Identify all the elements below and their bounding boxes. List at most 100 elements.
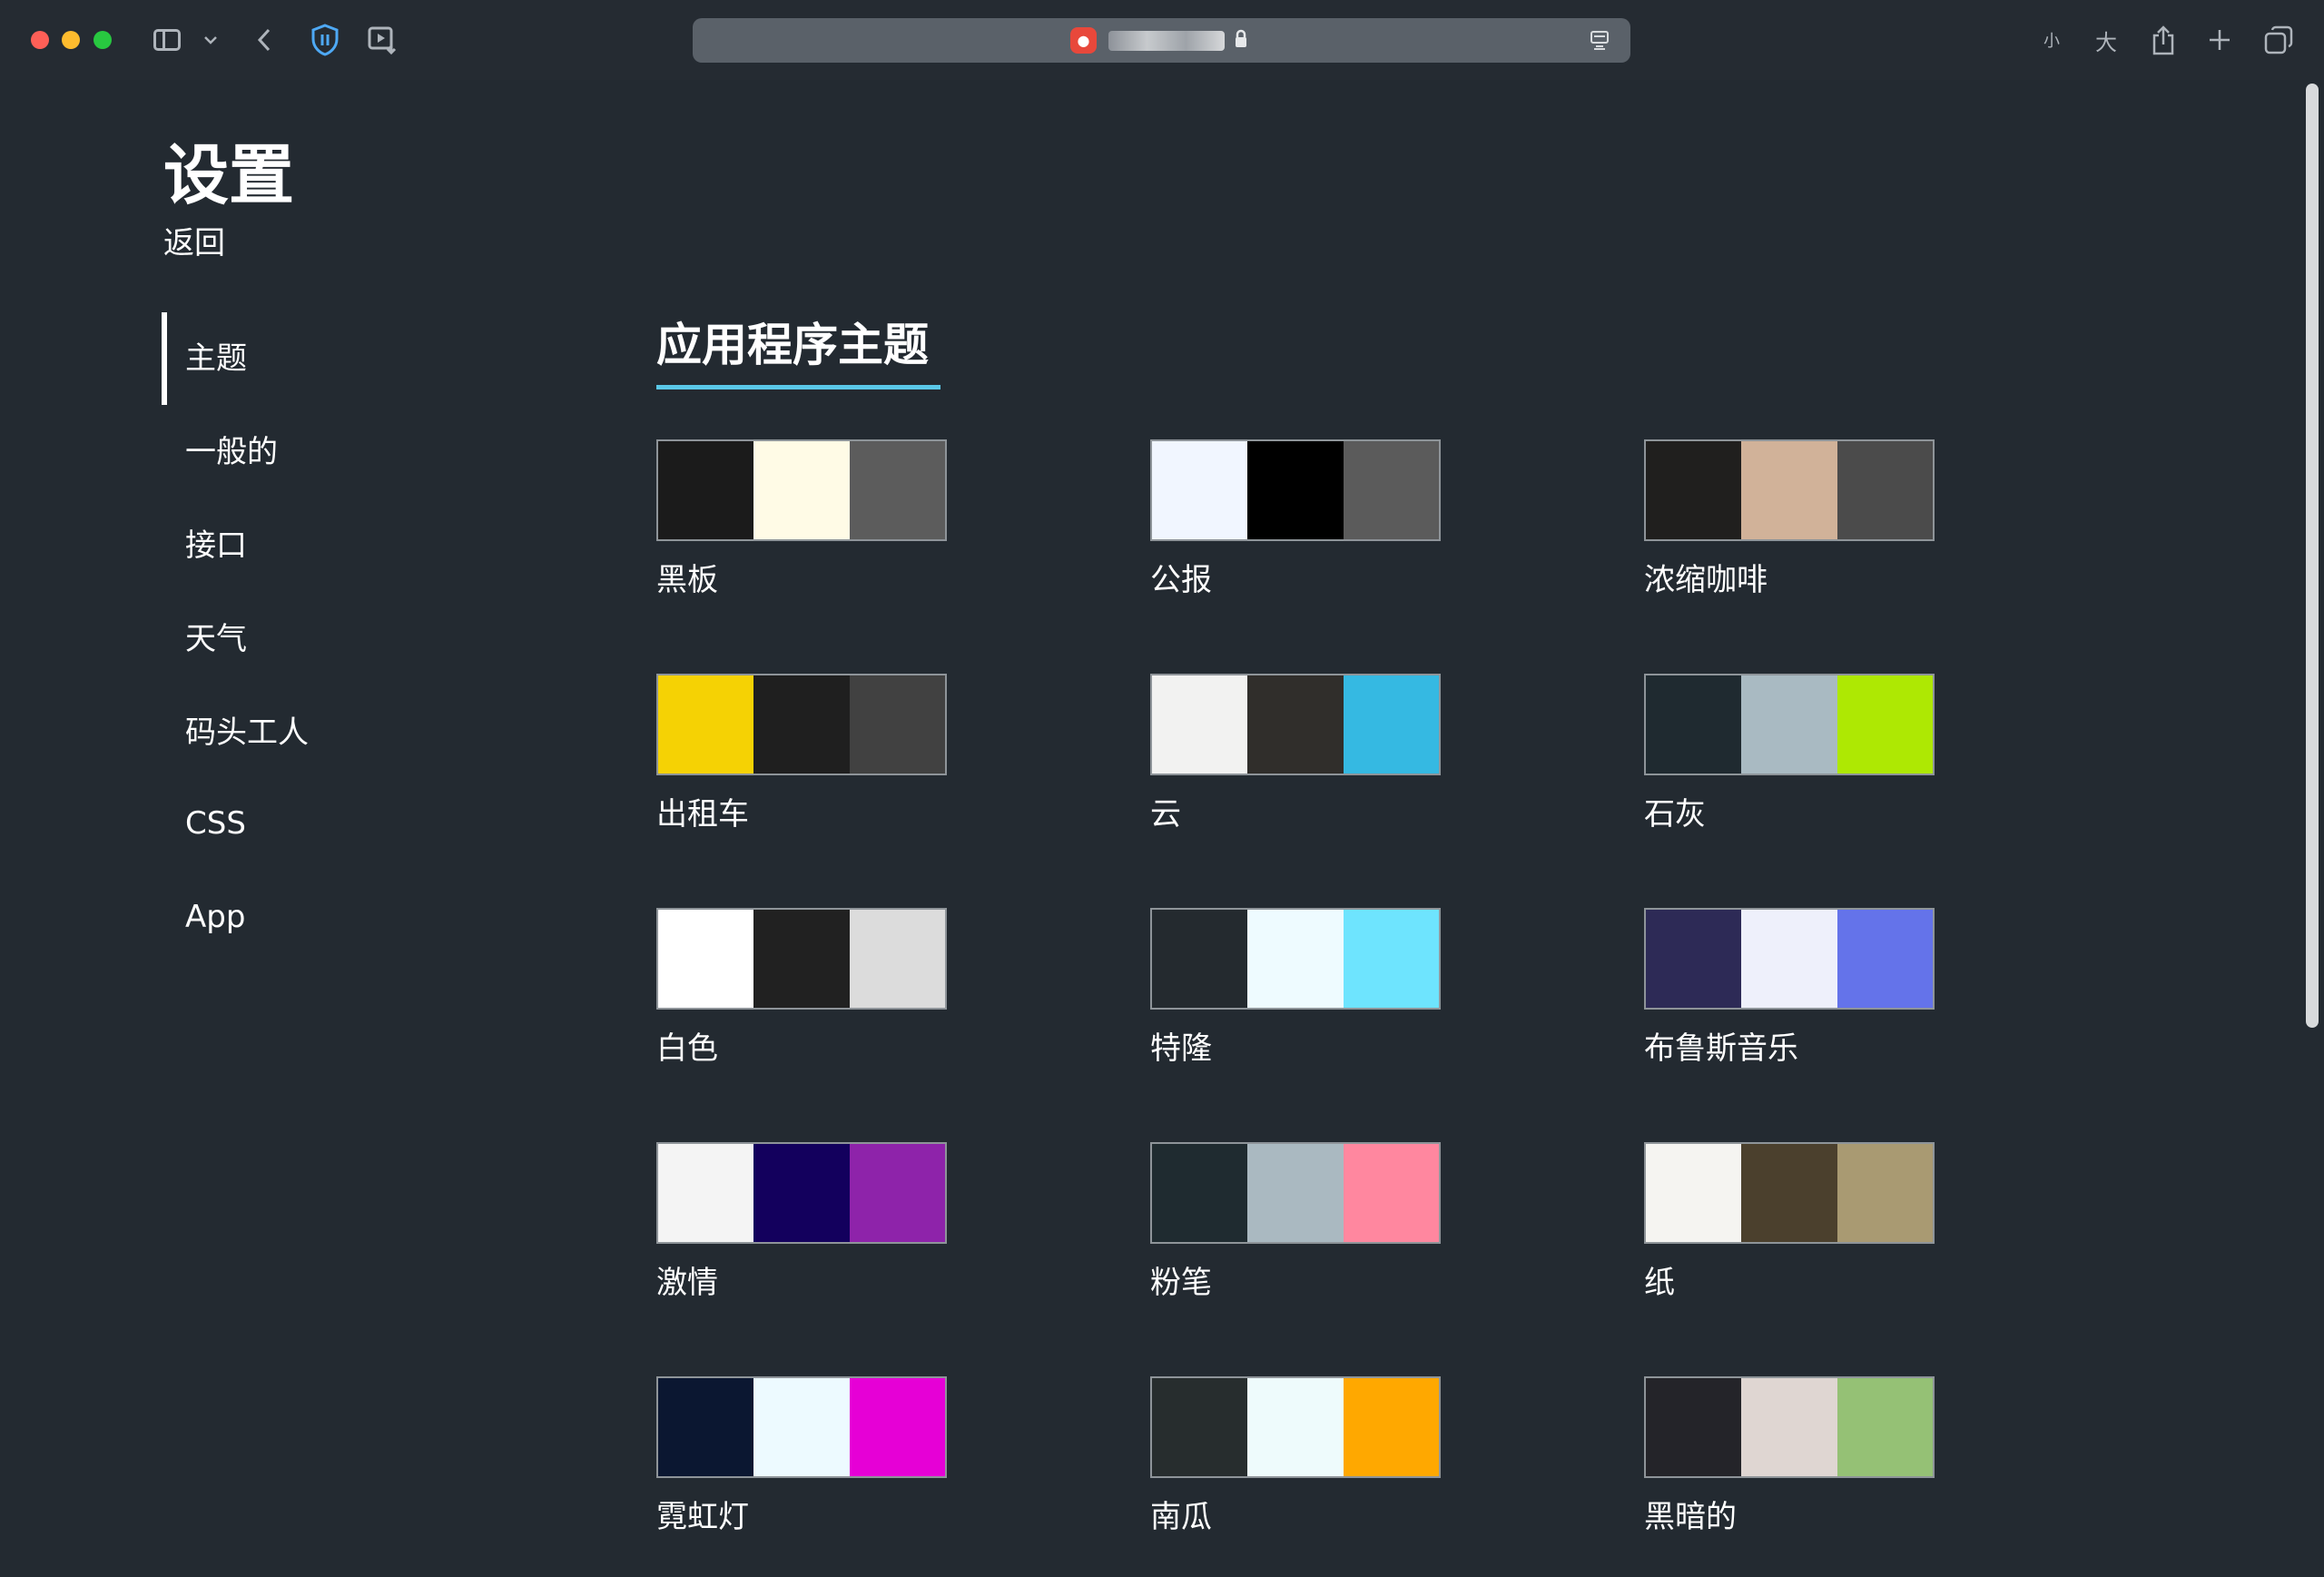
nav-item-app[interactable]: App [162, 870, 434, 963]
theme-option[interactable]: 公报 [1150, 439, 1441, 621]
theme-swatch-preview[interactable] [656, 908, 947, 1010]
zoom-window-button[interactable] [94, 31, 112, 49]
theme-swatch-preview[interactable] [1150, 439, 1441, 541]
theme-swatch-preview[interactable] [656, 1376, 947, 1478]
theme-name: 黑板 [656, 562, 718, 598]
theme-option[interactable]: 粉笔 [1150, 1142, 1441, 1324]
theme-option[interactable]: 石灰 [1644, 674, 1935, 855]
theme-name: 黑暗的 [1644, 1499, 1737, 1535]
font-larger-button[interactable]: 大 [2090, 22, 2122, 58]
page-scrollbar-thumb[interactable] [2306, 84, 2319, 1028]
back-link[interactable]: 返回 [163, 222, 225, 265]
nav-item-docker[interactable]: 码头工人 [162, 683, 434, 776]
theme-option[interactable]: 浓缩咖啡 [1644, 439, 1935, 621]
theme-option[interactable]: 黑板 [656, 439, 947, 621]
theme-option[interactable]: 激情 [656, 1142, 947, 1324]
nav-item-label: CSS [185, 804, 246, 842]
chevron-down-icon[interactable] [202, 24, 220, 56]
new-tab-plus-icon[interactable] [2204, 22, 2235, 58]
theme-option[interactable]: 白色 [656, 908, 947, 1089]
theme-option[interactable]: 黑暗的 [1644, 1376, 1935, 1558]
color-swatch [658, 1144, 754, 1242]
theme-name: 石灰 [1644, 796, 1706, 833]
nav-item-css[interactable]: CSS [162, 776, 434, 870]
nav-item-theme[interactable]: 主题 [162, 309, 434, 405]
color-swatch [753, 1144, 850, 1242]
color-swatch [1741, 1378, 1837, 1476]
theme-name: 粉笔 [1150, 1265, 1212, 1301]
section-title: 应用程序主题 [656, 319, 929, 371]
theme-swatch-preview[interactable] [656, 1142, 947, 1244]
color-swatch [849, 1378, 945, 1476]
color-swatch [849, 441, 945, 539]
nav-item-general[interactable]: 一般的 [162, 402, 434, 496]
reader-view-icon[interactable] [1589, 29, 1612, 53]
color-swatch [658, 675, 754, 774]
nav-item-label: 接口 [185, 527, 247, 564]
color-swatch [753, 910, 850, 1008]
theme-swatch-preview[interactable] [1644, 674, 1935, 775]
color-swatch [1646, 910, 1742, 1008]
theme-swatch-preview[interactable] [656, 674, 947, 775]
color-swatch [849, 910, 945, 1008]
address-bar[interactable]: ● [693, 18, 1630, 63]
color-swatch [1247, 1378, 1344, 1476]
theme-swatch-preview[interactable] [1150, 1376, 1441, 1478]
media-playback-icon[interactable] [365, 24, 401, 56]
theme-option[interactable]: 云 [1150, 674, 1441, 855]
theme-name: 云 [1150, 796, 1181, 833]
sidebar-toggle-icon[interactable] [151, 24, 183, 56]
nav-item-label: 码头工人 [185, 715, 309, 751]
theme-option[interactable]: 出租车 [656, 674, 947, 855]
theme-swatch-preview[interactable] [1644, 1376, 1935, 1478]
theme-swatch-preview[interactable] [656, 439, 947, 541]
theme-swatch-preview[interactable] [1644, 439, 1935, 541]
color-swatch [658, 910, 754, 1008]
tab-overview-icon[interactable] [2260, 22, 2297, 58]
color-swatch [849, 1144, 945, 1242]
color-swatch [849, 675, 945, 774]
nav-item-interface[interactable]: 接口 [162, 496, 434, 589]
theme-name: 霓虹灯 [656, 1499, 749, 1535]
section-title-underline [656, 385, 940, 389]
shield-icon[interactable] [307, 24, 343, 56]
share-icon[interactable] [2148, 22, 2179, 58]
nav-item-weather[interactable]: 天气 [162, 589, 434, 683]
theme-swatch-preview[interactable] [1644, 908, 1935, 1010]
color-swatch [1343, 1378, 1439, 1476]
nav-item-label: App [185, 898, 246, 935]
browser-toolbar: ● 小 大 [0, 0, 2324, 80]
theme-name: 布鲁斯音乐 [1644, 1030, 1798, 1067]
theme-option[interactable]: 特隆 [1150, 908, 1441, 1089]
page-title: 设置 [163, 137, 295, 213]
color-swatch [1646, 675, 1742, 774]
theme-option[interactable]: 霓虹灯 [656, 1376, 947, 1558]
close-window-button[interactable] [31, 31, 49, 49]
minimize-window-button[interactable] [62, 31, 80, 49]
theme-name: 纸 [1644, 1265, 1675, 1301]
color-swatch [1646, 1144, 1742, 1242]
theme-name: 公报 [1150, 562, 1212, 598]
settings-nav: 主题 一般的 接口 天气 码头工人 CSS App [162, 309, 434, 963]
nav-item-label: 主题 [185, 340, 247, 377]
color-swatch [1837, 1144, 1933, 1242]
theme-option[interactable]: 南瓜 [1150, 1376, 1441, 1558]
color-swatch [753, 441, 850, 539]
theme-swatch-preview[interactable] [1644, 1142, 1935, 1244]
theme-swatch-preview[interactable] [1150, 674, 1441, 775]
nav-item-label: 天气 [185, 621, 247, 657]
color-swatch [1343, 910, 1439, 1008]
color-swatch [658, 1378, 754, 1476]
color-swatch [1741, 441, 1837, 539]
lock-icon [1232, 29, 1250, 53]
back-arrow-icon[interactable] [252, 24, 276, 56]
theme-option[interactable]: 布鲁斯音乐 [1644, 908, 1935, 1089]
theme-option[interactable]: 纸 [1644, 1142, 1935, 1324]
theme-name: 特隆 [1150, 1030, 1212, 1067]
font-smaller-button[interactable]: 小 [2039, 22, 2064, 58]
color-swatch [1646, 441, 1742, 539]
color-swatch [1152, 1144, 1248, 1242]
theme-swatch-preview[interactable] [1150, 1142, 1441, 1244]
theme-swatch-preview[interactable] [1150, 908, 1441, 1010]
color-swatch [1247, 675, 1344, 774]
